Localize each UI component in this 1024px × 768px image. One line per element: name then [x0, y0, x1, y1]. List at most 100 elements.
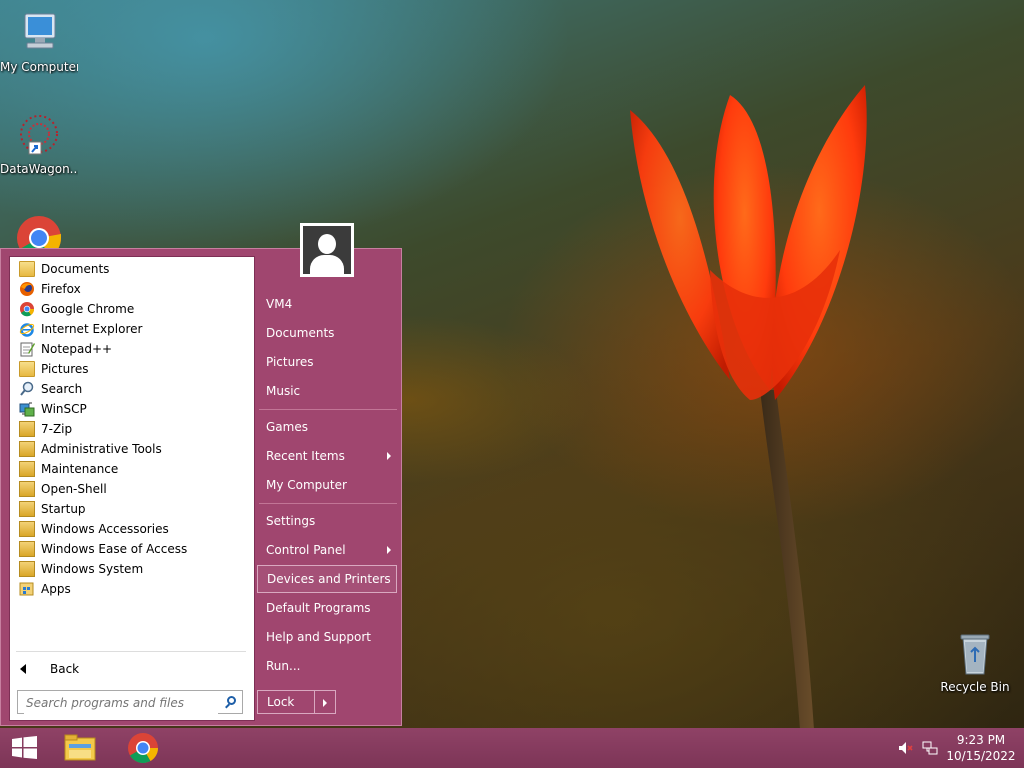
menu-item-settings[interactable]: Settings — [257, 508, 397, 534]
folder-icon — [19, 561, 35, 577]
start-button[interactable] — [0, 728, 48, 768]
program-item-7zip[interactable]: 7-Zip — [19, 419, 249, 439]
pictures-icon — [19, 361, 35, 377]
program-label: Notepad++ — [41, 342, 113, 356]
menu-item-pictures[interactable]: Pictures — [257, 349, 397, 375]
clock-time: 9:23 PM — [956, 733, 1006, 747]
folder-icon — [19, 481, 35, 497]
program-label: Maintenance — [41, 462, 119, 476]
chrome-icon — [19, 301, 35, 317]
wallpaper-tulip — [630, 85, 867, 730]
program-item-apps[interactable]: Apps — [19, 579, 249, 599]
program-item-pictures[interactable]: Pictures — [19, 359, 249, 379]
divider — [259, 409, 397, 410]
program-item-windows-ease-of-access[interactable]: Windows Ease of Access — [19, 539, 249, 559]
tray-clock[interactable]: 9:23 PM 10/15/2022 — [944, 732, 1018, 764]
menu-item-label: Help and Support — [266, 630, 371, 644]
program-item-windows-system[interactable]: Windows System — [19, 559, 249, 579]
menu-item-vm4[interactable]: VM4 — [257, 291, 397, 317]
divider — [16, 651, 246, 652]
clock-date: 10/15/2022 — [946, 749, 1016, 763]
program-item-google-chrome[interactable]: Google Chrome — [19, 299, 249, 319]
taskbar-chrome[interactable] — [125, 732, 161, 764]
menu-item-my-computer[interactable]: My Computer — [257, 472, 397, 498]
program-item-firefox[interactable]: Firefox — [19, 279, 249, 299]
menu-item-label: My Computer — [266, 478, 347, 492]
search-icon — [19, 381, 35, 397]
menu-item-games[interactable]: Games — [257, 414, 397, 440]
folder-icon — [19, 441, 35, 457]
chrome-icon — [128, 733, 158, 764]
menu-item-documents[interactable]: Documents — [257, 320, 397, 346]
program-label: Administrative Tools — [41, 442, 162, 456]
program-item-notepad-plus-plus[interactable]: Notepad++ — [19, 339, 249, 359]
program-item-internet-explorer[interactable]: Internet Explorer — [19, 319, 249, 339]
folder-icon — [19, 521, 35, 537]
computer-icon — [15, 10, 63, 58]
menu-item-label: Settings — [266, 514, 316, 528]
search-icon[interactable] — [227, 696, 236, 705]
chevron-right-icon — [387, 452, 391, 460]
program-item-startup[interactable]: Startup — [19, 499, 249, 519]
program-item-documents[interactable]: Documents — [19, 259, 249, 279]
desktop-icon-label: DataWagon... — [0, 162, 78, 176]
program-item-administrative-tools[interactable]: Administrative Tools — [19, 439, 249, 459]
documents-icon — [19, 261, 35, 277]
menu-item-run[interactable]: Run... — [257, 653, 397, 679]
program-item-search[interactable]: Search — [19, 379, 249, 399]
program-label: Pictures — [41, 362, 89, 376]
apps-icon — [19, 581, 35, 597]
program-label: Windows Accessories — [41, 522, 169, 536]
desktop-icon-recycle-bin[interactable]: Recycle Bin — [936, 630, 1014, 694]
menu-item-control-panel[interactable]: Control Panel — [257, 537, 397, 563]
program-label: Apps — [41, 582, 71, 596]
back-arrow-icon — [20, 664, 26, 674]
back-button[interactable]: Back — [20, 657, 240, 681]
folder-icon — [19, 421, 35, 437]
menu-item-default-programs[interactable]: Default Programs — [257, 595, 397, 621]
program-label: 7-Zip — [41, 422, 73, 436]
program-label: Windows Ease of Access — [41, 542, 188, 556]
search-box — [17, 690, 243, 714]
program-label: Open-Shell — [41, 482, 107, 496]
program-item-maintenance[interactable]: Maintenance — [19, 459, 249, 479]
menu-item-music[interactable]: Music — [257, 378, 397, 404]
divider — [259, 503, 397, 504]
back-label: Back — [50, 662, 80, 676]
menu-item-recent-items[interactable]: Recent Items — [257, 443, 397, 469]
winscp-icon — [19, 401, 35, 417]
menu-item-help-and-support[interactable]: Help and Support — [257, 624, 397, 650]
program-label: Documents — [41, 262, 110, 276]
user-icon — [303, 226, 351, 274]
program-label: Search — [41, 382, 83, 396]
program-item-winscp[interactable]: WinSCP — [19, 399, 249, 419]
taskbar: 9:23 PM 10/15/2022 — [0, 728, 1024, 768]
search-input[interactable] — [24, 692, 218, 714]
program-item-open-shell[interactable]: Open-Shell — [19, 479, 249, 499]
desktop: My Computer DataWagon... Recycle Bin Doc… — [0, 0, 1024, 768]
folder-icon — [19, 501, 35, 517]
menu-item-label: Control Panel — [266, 543, 346, 557]
program-label: Firefox — [41, 282, 81, 296]
desktop-icon-label: Recycle Bin — [940, 680, 1010, 694]
volume-muted-icon[interactable] — [898, 740, 914, 756]
desktop-icon-label: My Computer — [0, 60, 78, 74]
menu-item-devices-and-printers[interactable]: Devices and Printers — [257, 565, 397, 593]
firefox-icon — [19, 281, 35, 297]
taskbar-file-explorer[interactable] — [62, 732, 98, 764]
programs-panel: Documents Firefox Google Chrome Internet… — [9, 256, 255, 721]
user-avatar[interactable] — [300, 223, 354, 277]
network-icon[interactable] — [922, 740, 938, 756]
menu-item-label: Devices and Printers — [267, 572, 391, 586]
program-label: Google Chrome — [41, 302, 135, 316]
program-item-windows-accessories[interactable]: Windows Accessories — [19, 519, 249, 539]
chevron-right-icon — [387, 546, 391, 554]
lock-button[interactable]: Lock — [257, 690, 315, 714]
shutdown-options-button[interactable] — [314, 690, 336, 714]
desktop-icon-my-computer[interactable]: My Computer — [0, 10, 78, 74]
program-label: WinSCP — [41, 402, 87, 416]
program-label: Startup — [41, 502, 86, 516]
windows-logo-icon — [12, 736, 37, 759]
desktop-icon-datawagon[interactable]: DataWagon... — [0, 112, 78, 176]
menu-item-label: Pictures — [266, 355, 314, 369]
